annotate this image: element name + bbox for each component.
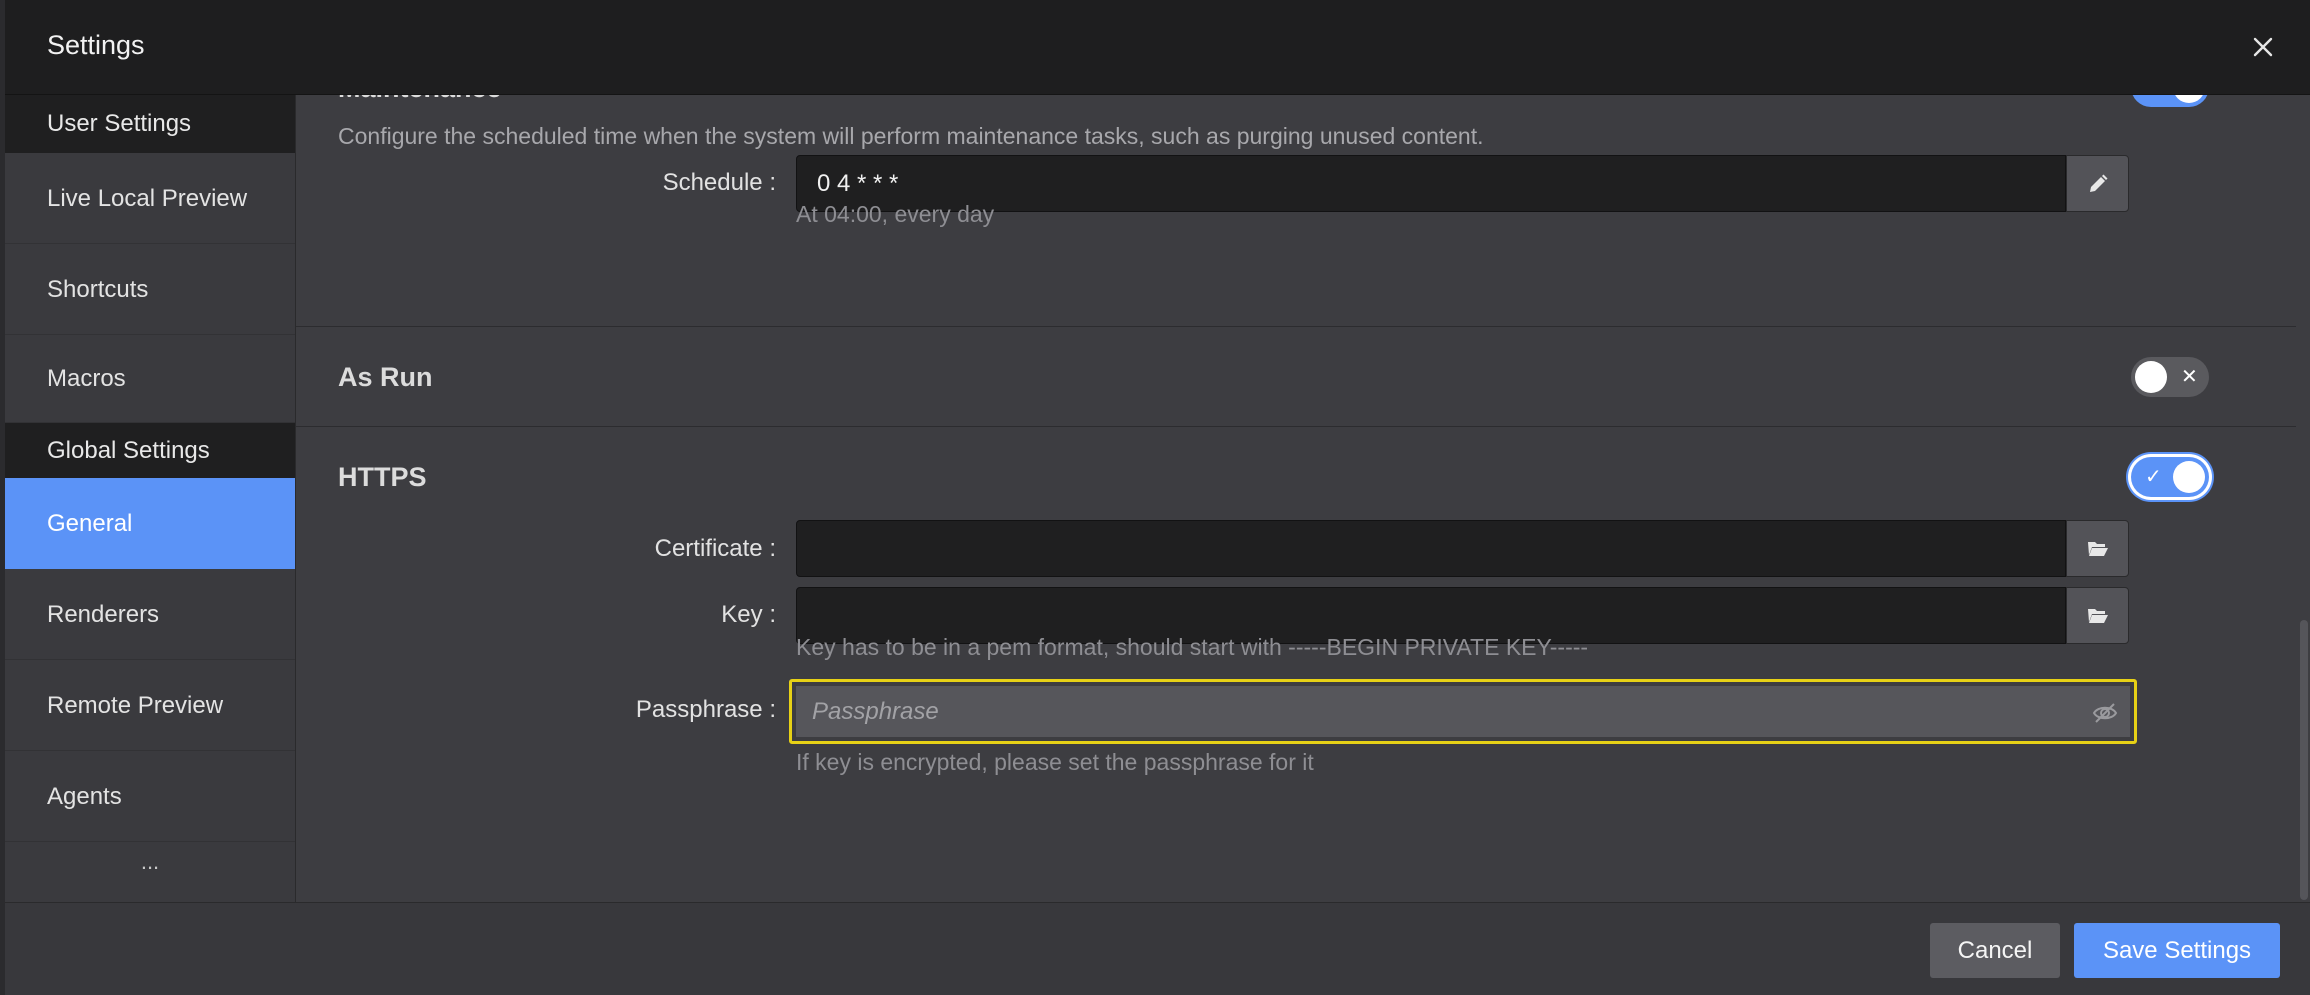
key-hint: Key has to be in a pem format, should st… (796, 634, 1589, 660)
as-run-toggle[interactable]: ✕ (2131, 357, 2209, 397)
toggle-knob (2173, 461, 2205, 493)
settings-dialog: Settings User Settings Live Local Previe… (5, 0, 2310, 995)
x-icon: ✕ (2181, 366, 2198, 388)
dialog-header: Settings (5, 0, 2310, 95)
dialog-footer: Cancel Save Settings (5, 902, 2310, 995)
as-run-section: As Run ✕ (296, 327, 2296, 427)
browse-certificate-button[interactable] (2066, 520, 2129, 577)
maintenance-toggle[interactable]: ✓ (2131, 95, 2209, 107)
maintenance-title: Maintenance (338, 95, 502, 104)
sidebar-item-macros[interactable]: Macros (5, 335, 295, 423)
sidebar-item-shortcuts[interactable]: Shortcuts (5, 244, 295, 335)
passphrase-hint: If key is encrypted, please set the pass… (796, 749, 1314, 775)
passphrase-focus-outline (789, 679, 2137, 744)
schedule-label: Schedule : (662, 169, 776, 196)
passphrase-label: Passphrase : (635, 696, 776, 723)
schedule-hint: At 04:00, every day (796, 201, 995, 227)
toggle-knob (2135, 361, 2167, 393)
toggle-knob (2173, 95, 2205, 103)
check-icon: ✓ (2145, 466, 2162, 488)
passphrase-input[interactable] (796, 686, 2130, 737)
settings-sidebar: User Settings Live Local Preview Shortcu… (5, 95, 295, 902)
settings-content: Maintenance ✓ Configure the scheduled ti… (295, 95, 2310, 902)
sidebar-group-global-settings: Global Settings (5, 423, 295, 478)
close-icon[interactable] (2246, 30, 2280, 64)
certificate-label: Certificate : (654, 535, 776, 562)
sidebar-item-live-local-preview[interactable]: Live Local Preview (5, 153, 295, 244)
check-icon: ✓ (2145, 95, 2162, 107)
sidebar-item-renderers[interactable]: Renderers (5, 569, 295, 660)
https-toggle[interactable]: ✓ (2131, 457, 2209, 497)
key-label: Key : (721, 601, 776, 628)
dialog-title: Settings (47, 30, 145, 60)
browse-key-button[interactable] (2066, 587, 2129, 644)
sidebar-group-user-settings: User Settings (5, 95, 295, 153)
edit-schedule-button[interactable] (2066, 155, 2129, 212)
sidebar-item-remote-preview[interactable]: Remote Preview (5, 660, 295, 751)
maintenance-description: Configure the scheduled time when the sy… (338, 123, 1484, 149)
sidebar-item-agents[interactable]: Agents (5, 751, 295, 842)
certificate-field[interactable] (796, 520, 2066, 577)
eye-slash-icon[interactable] (2092, 700, 2118, 726)
sidebar-more-indicator[interactable]: ... (5, 842, 295, 882)
as-run-title: As Run (338, 362, 433, 392)
sidebar-item-general[interactable]: General (5, 478, 295, 569)
content-scrollbar[interactable] (2300, 620, 2308, 900)
maintenance-section: Maintenance ✓ Configure the scheduled ti… (296, 95, 2296, 327)
https-section: HTTPS ✓ Certificate : Key : Key has to b… (296, 427, 2296, 902)
cancel-button[interactable]: Cancel (1930, 923, 2060, 978)
https-title: HTTPS (338, 462, 427, 492)
folder-open-icon (2087, 541, 2108, 556)
folder-open-icon (2087, 608, 2108, 623)
pencil-icon (2089, 174, 2107, 192)
save-settings-button[interactable]: Save Settings (2074, 923, 2280, 978)
